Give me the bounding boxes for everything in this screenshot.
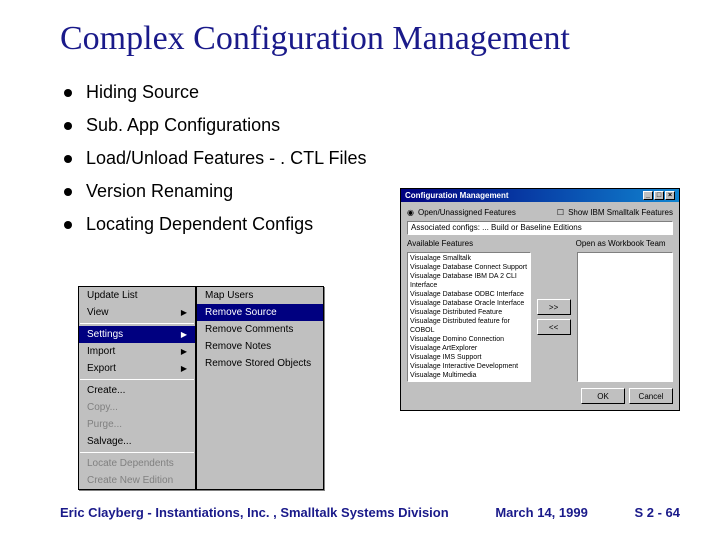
close-icon[interactable]: × — [665, 191, 675, 200]
menu-item-salvage[interactable]: Salvage... — [79, 433, 195, 450]
checkbox-label: Show IBM Smalltalk Features — [568, 208, 673, 217]
menu-item-import[interactable]: Import▶ — [79, 343, 195, 360]
menu-item-remove-comments[interactable]: Remove Comments — [197, 321, 323, 338]
submenu-arrow-icon: ▶ — [181, 347, 187, 356]
config-field[interactable]: Associated configs: ... Build or Baselin… — [407, 221, 673, 235]
menu-item-remove-notes[interactable]: Remove Notes — [197, 338, 323, 355]
add-button[interactable]: >> — [537, 299, 571, 315]
footer-page: S 2 - 64 — [634, 505, 680, 520]
slide-footer: Eric Clayberg - Instantiations, Inc. , S… — [60, 505, 680, 520]
dialog-screenshot: Configuration Management _ □ × ◉ Open/Un… — [400, 188, 680, 411]
menu-column-left: Update List View▶ Settings▶ Import▶ Expo… — [78, 286, 196, 490]
bullet-text: Locating Dependent Configs — [86, 214, 313, 235]
menu-column-right: Map Users Remove Source Remove Comments … — [196, 286, 324, 490]
menu-separator — [80, 323, 194, 324]
submenu-arrow-icon: ▶ — [181, 364, 187, 373]
submenu-arrow-icon: ▶ — [181, 330, 187, 339]
footer-author: Eric Clayberg - Instantiations, Inc. , S… — [60, 505, 449, 520]
menu-separator — [80, 379, 194, 380]
menu-item-update-list[interactable]: Update List — [79, 287, 195, 304]
bullet-text: Load/Unload Features - . CTL Files — [86, 148, 366, 169]
menu-item-remove-stored-objects[interactable]: Remove Stored Objects — [197, 355, 323, 372]
bullet-text: Hiding Source — [86, 82, 199, 103]
menu-item-create-new-edition[interactable]: Create New Edition — [79, 472, 195, 489]
selected-label: Open as Workbook Team — [576, 239, 673, 248]
bullet-icon — [64, 155, 72, 163]
list-item: Load/Unload Features - . CTL Files — [64, 148, 680, 169]
menu-separator — [80, 452, 194, 453]
bullet-text: Version Renaming — [86, 181, 233, 202]
ok-button[interactable]: OK — [581, 388, 625, 404]
checkbox-icon[interactable]: ☐ — [557, 208, 564, 217]
cancel-button[interactable]: Cancel — [629, 388, 673, 404]
menu-item-settings[interactable]: Settings▶ — [79, 326, 195, 343]
dialog-body: ◉ Open/Unassigned Features ☐ Show IBM Sm… — [401, 202, 679, 410]
remove-button[interactable]: << — [537, 319, 571, 335]
menu-item-export[interactable]: Export▶ — [79, 360, 195, 377]
available-label: Available Features — [407, 239, 534, 248]
context-menu-screenshot: Update List View▶ Settings▶ Import▶ Expo… — [78, 286, 324, 490]
menu-item-copy[interactable]: Copy... — [79, 399, 195, 416]
bullet-text: Sub. App Configurations — [86, 115, 280, 136]
radio-icon[interactable]: ◉ — [407, 208, 414, 217]
bullet-icon — [64, 221, 72, 229]
list-item: Sub. App Configurations — [64, 115, 680, 136]
slide-title: Complex Configuration Management — [60, 20, 680, 58]
bullet-icon — [64, 188, 72, 196]
dialog-titlebar: Configuration Management _ □ × — [401, 189, 679, 202]
dialog-title-text: Configuration Management — [405, 191, 509, 200]
list-item: Hiding Source — [64, 82, 680, 103]
bullet-icon — [64, 89, 72, 97]
menu-item-remove-source[interactable]: Remove Source — [197, 304, 323, 321]
menu-item-locate-dependents[interactable]: Locate Dependents — [79, 455, 195, 472]
available-listbox[interactable]: Visualage Smalltalk Visualage Database C… — [407, 252, 531, 382]
menu-item-purge[interactable]: Purge... — [79, 416, 195, 433]
menu-item-create[interactable]: Create... — [79, 382, 195, 399]
menu-item-view[interactable]: View▶ — [79, 304, 195, 321]
menu-item-map-users[interactable]: Map Users — [197, 287, 323, 304]
minimize-icon[interactable]: _ — [643, 191, 653, 200]
radio-label: Open/Unassigned Features — [418, 208, 516, 217]
maximize-icon[interactable]: □ — [654, 191, 664, 200]
footer-date: March 14, 1999 — [495, 505, 588, 520]
bullet-icon — [64, 122, 72, 130]
selected-listbox[interactable] — [577, 252, 673, 382]
submenu-arrow-icon: ▶ — [181, 308, 187, 317]
